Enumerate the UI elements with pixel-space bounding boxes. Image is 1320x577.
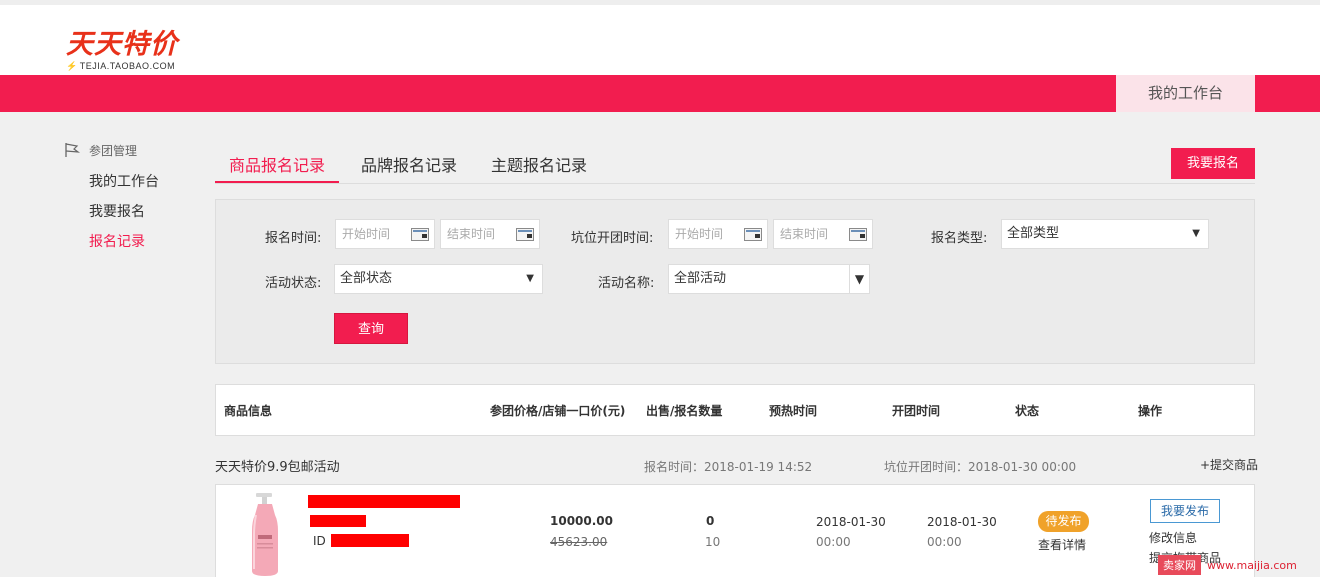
slot-end-date-input[interactable]: 结束时间 <box>773 219 873 249</box>
group-signup-time: 报名时间：2018-01-19 14:52 <box>644 460 813 474</box>
sidebar-item-workbench[interactable]: 我的工作台 <box>89 171 159 191</box>
signup-type-select[interactable]: 全部类型 ▼ <box>1001 219 1209 249</box>
query-button[interactable]: 查询 <box>334 313 408 344</box>
open-date: 2018-01-30 <box>927 515 997 529</box>
tab-product-records[interactable]: 商品报名记录 <box>215 150 340 183</box>
original-price: 45623.00 <box>550 535 608 549</box>
slot-end-placeholder: 结束时间 <box>780 227 829 241</box>
edit-info-link[interactable]: 修改信息 <box>1149 529 1197 546</box>
slot-start-placeholder: 开始时间 <box>675 227 724 241</box>
publish-button[interactable]: 我要发布 <box>1150 499 1220 523</box>
dropdown-arrow-icon: ▼ <box>526 273 534 284</box>
logo-title: 天天特价 <box>66 29 178 60</box>
status-value: 全部状态 <box>340 271 393 286</box>
redacted-title-line-1 <box>308 495 460 508</box>
bolt-icon: ⚡ <box>66 61 78 71</box>
signup-quantity: 10 <box>705 535 721 549</box>
th-open-time: 开团时间 <box>892 404 941 418</box>
th-price: 参团价格/店铺一口价(元) <box>490 404 626 418</box>
top-header <box>0 0 1320 75</box>
product-image[interactable] <box>245 491 285 577</box>
activity-name-value: 全部活动 <box>674 271 727 286</box>
calendar-icon[interactable] <box>849 228 867 241</box>
sold-count: 0 <box>706 514 715 528</box>
activity-name-select[interactable]: 全部活动 ▼ <box>668 264 870 294</box>
view-details-link[interactable]: 查看详情 <box>1038 536 1086 553</box>
redacted-product-id <box>331 534 409 547</box>
signup-type-label: 报名类型: <box>931 231 988 246</box>
sidebar-section-title: 参团管理 <box>63 141 137 159</box>
signup-end-date-input[interactable]: 结束时间 <box>440 219 540 249</box>
signup-time-label: 报名时间: <box>265 231 322 246</box>
record-tabs: 商品报名记录 品牌报名记录 主题报名记录 <box>215 142 1255 184</box>
calendar-icon[interactable] <box>744 228 762 241</box>
signup-end-placeholder: 结束时间 <box>447 227 496 241</box>
th-status: 状态 <box>1015 404 1040 418</box>
sidebar-section-label: 参团管理 <box>89 143 138 158</box>
dropdown-arrow-icon: ▼ <box>1192 228 1200 239</box>
signup-start-placeholder: 开始时间 <box>342 227 391 241</box>
table-header: 商品信息 参团价格/店铺一口价(元) 出售/报名数量 预热时间 开团时间 状态 … <box>215 384 1255 436</box>
group-price: 10000.00 <box>550 514 614 528</box>
group-slot-time: 坑位开团时间：2018-01-30 00:00 <box>884 460 1077 474</box>
activity-name-label: 活动名称: <box>598 276 655 291</box>
signup-start-date-input[interactable]: 开始时间 <box>335 219 435 249</box>
tab-theme-records[interactable]: 主题报名记录 <box>491 150 587 183</box>
site-watermark: 卖家网 www.maijia.com <box>1158 553 1297 577</box>
watermark-brand: 卖家网 <box>1158 555 1201 575</box>
th-preheat-time: 预热时间 <box>769 404 818 418</box>
tejia-logo[interactable]: 天天特价 ⚡ TEJIA.TAOBAO.COM <box>66 29 178 72</box>
slot-start-date-input[interactable]: 开始时间 <box>668 219 768 249</box>
logo-subtitle: ⚡ TEJIA.TAOBAO.COM <box>66 61 178 71</box>
open-time: 00:00 <box>927 535 962 549</box>
watermark-url: www.maijia.com <box>1207 558 1297 572</box>
signup-type-value: 全部类型 <box>1007 226 1060 241</box>
th-actions: 操作 <box>1138 404 1163 418</box>
flag-icon <box>65 143 81 157</box>
preheat-date: 2018-01-30 <box>816 515 886 529</box>
th-product-info: 商品信息 <box>224 404 273 418</box>
status-label: 活动状态: <box>265 276 322 291</box>
redacted-title-line-2 <box>310 515 366 527</box>
status-badge: 待发布 <box>1038 511 1089 532</box>
status-select[interactable]: 全部状态 ▼ <box>334 264 543 294</box>
sidebar-item-apply[interactable]: 我要报名 <box>89 201 145 221</box>
preheat-time: 00:00 <box>816 535 851 549</box>
activity-group-title: 天天特价9.9包邮活动 <box>215 460 340 475</box>
dropdown-arrow-icon[interactable]: ▼ <box>849 265 869 293</box>
calendar-icon[interactable] <box>516 228 534 241</box>
workbench-tab[interactable]: 我的工作台 <box>1116 75 1255 112</box>
tab-brand-records[interactable]: 品牌报名记录 <box>361 150 457 183</box>
apply-button[interactable]: 我要报名 <box>1171 148 1255 179</box>
calendar-icon[interactable] <box>411 228 429 241</box>
sidebar-item-records[interactable]: 报名记录 <box>89 231 145 251</box>
logo-domain: TEJIA.TAOBAO.COM <box>79 61 176 71</box>
th-quantity: 出售/报名数量 <box>646 404 723 418</box>
slot-time-label: 坑位开团时间: <box>571 231 654 246</box>
submit-product-link[interactable]: +提交商品 <box>1200 456 1258 473</box>
product-id-label: ID <box>313 534 326 548</box>
